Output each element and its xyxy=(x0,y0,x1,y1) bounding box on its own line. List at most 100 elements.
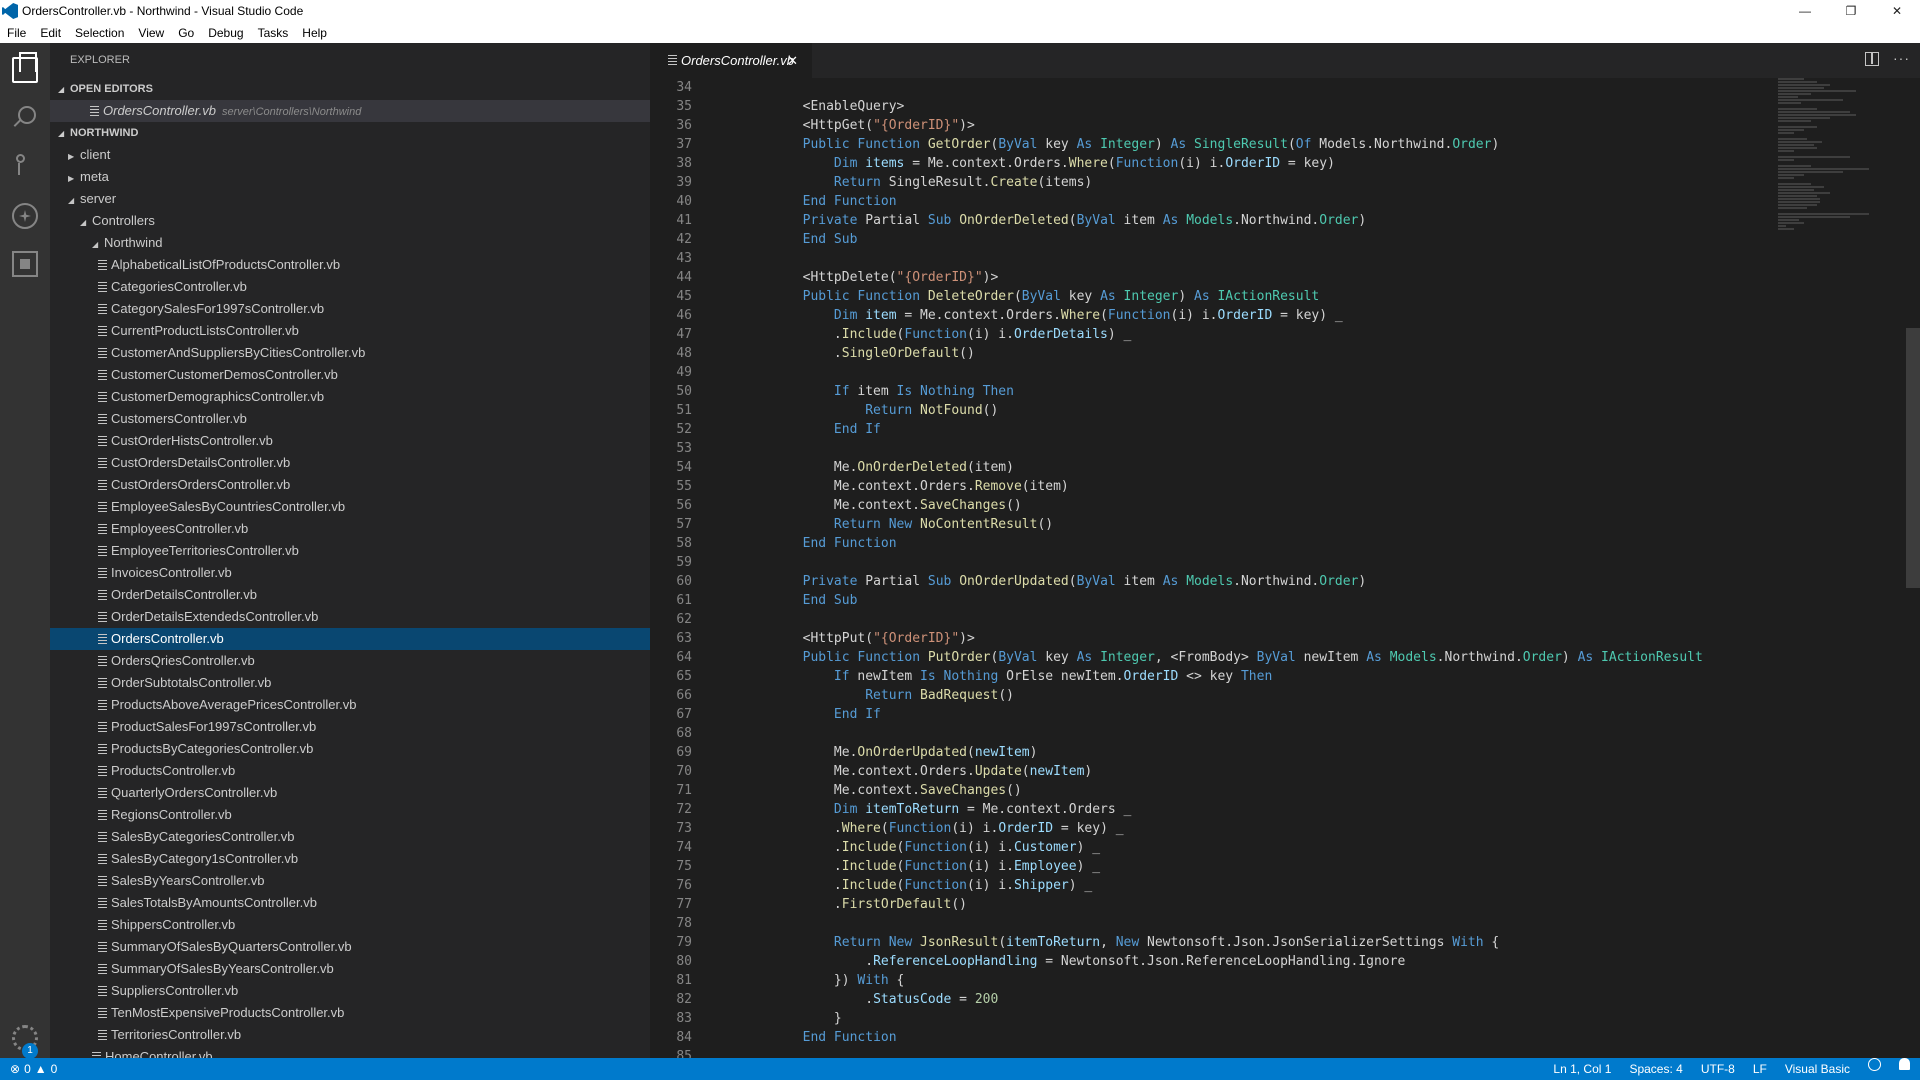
close-window-button[interactable]: ✕ xyxy=(1874,0,1920,22)
file-label: CustomersController.vb xyxy=(111,411,247,426)
cursor-position[interactable]: Ln 1, Col 1 xyxy=(1553,1058,1611,1080)
menu-help[interactable]: Help xyxy=(295,26,334,40)
indentation[interactable]: Spaces: 4 xyxy=(1629,1058,1682,1080)
split-editor-icon[interactable] xyxy=(1865,52,1879,66)
file-item[interactable]: CurrentProductListsController.vb xyxy=(50,320,650,342)
file-item[interactable]: CategorySalesFor1997sController.vb xyxy=(50,298,650,320)
file-item[interactable]: OrdersQriesController.vb xyxy=(50,650,650,672)
code-line: 49 xyxy=(650,363,1900,382)
line-number: 70 xyxy=(676,764,692,779)
line-number: 77 xyxy=(676,897,692,912)
file-item[interactable]: CustOrderHistsController.vb xyxy=(50,430,650,452)
code-area[interactable]: 34 35 <EnableQuery> 36 <HttpGet("{OrderID}… xyxy=(650,78,1900,1058)
search-icon[interactable] xyxy=(12,105,38,131)
minimap-line xyxy=(1778,222,1804,224)
feedback-smiley-icon[interactable] xyxy=(1868,1058,1881,1071)
menu-file[interactable]: File xyxy=(0,26,33,40)
minimap-line xyxy=(1778,96,1798,98)
file-item[interactable]: OrderDetailsController.vb xyxy=(50,584,650,606)
file-item[interactable]: OrderSubtotalsController.vb xyxy=(50,672,650,694)
notifications-bell-icon[interactable] xyxy=(1899,1058,1910,1070)
menu-selection[interactable]: Selection xyxy=(68,26,131,40)
line-number: 39 xyxy=(676,175,692,190)
file-item[interactable]: SummaryOfSalesByYearsController.vb xyxy=(50,958,650,980)
file-item[interactable]: SalesByCategoriesController.vb xyxy=(50,826,650,848)
explorer-icon[interactable] xyxy=(12,52,38,83)
restore-button[interactable]: ❐ xyxy=(1828,0,1874,22)
file-item[interactable]: RegionsController.vb xyxy=(50,804,650,826)
file-item[interactable]: QuarterlyOrdersController.vb xyxy=(50,782,650,804)
file-item[interactable]: TenMostExpensiveProductsController.vb xyxy=(50,1002,650,1024)
folder-server[interactable]: ◢ server xyxy=(50,188,650,210)
code-line: 50 If item Is Nothing Then xyxy=(650,382,1900,401)
menu-tasks[interactable]: Tasks xyxy=(251,26,296,40)
chevron-down-icon: ◢ xyxy=(58,85,65,94)
problems-indicator[interactable]: ⊗ 0 ▲ 0 xyxy=(10,1058,57,1080)
vertical-scrollbar[interactable] xyxy=(1906,328,1920,588)
extensions-icon[interactable] xyxy=(12,251,38,277)
language-mode[interactable]: Visual Basic xyxy=(1785,1058,1850,1080)
file-item[interactable]: CustOrdersDetailsController.vb xyxy=(50,452,650,474)
workspace-header[interactable]: ◢ NORTHWIND xyxy=(50,122,650,144)
file-item[interactable]: CustomerCustomerDemosController.vb xyxy=(50,364,650,386)
folder-controllers[interactable]: ◢ Controllers xyxy=(50,210,650,232)
file-item[interactable]: EmployeeTerritoriesController.vb xyxy=(50,540,650,562)
tab-orders-controller[interactable]: OrdersController.vb ✕ xyxy=(650,43,812,78)
file-item[interactable]: AlphabeticalListOfProductsController.vb xyxy=(50,254,650,276)
minimize-button[interactable]: — xyxy=(1782,0,1828,22)
code-text: .ReferenceLoopHandling = Newtonsoft.Json… xyxy=(740,954,1406,969)
file-item[interactable]: OrderDetailsExtendedsController.vb xyxy=(50,606,650,628)
file-item[interactable]: CustomerAndSuppliersByCitiesController.v… xyxy=(50,342,650,364)
file-item[interactable]: EmployeeSalesByCountriesController.vb xyxy=(50,496,650,518)
menu-go[interactable]: Go xyxy=(171,26,201,40)
file-item[interactable]: ProductsController.vb xyxy=(50,760,650,782)
folder-client[interactable]: ▶ client xyxy=(50,144,650,166)
file-item[interactable]: EmployeesController.vb xyxy=(50,518,650,540)
folder-label: meta xyxy=(80,169,109,184)
file-item[interactable]: OrdersController.vb xyxy=(50,628,650,650)
file-item[interactable]: SuppliersController.vb xyxy=(50,980,650,1002)
menu-debug[interactable]: Debug xyxy=(201,26,250,40)
menu-view[interactable]: View xyxy=(131,26,171,40)
file-item[interactable]: CustOrdersOrdersController.vb xyxy=(50,474,650,496)
line-ending[interactable]: LF xyxy=(1753,1058,1767,1080)
file-item[interactable]: SalesByCategory1sController.vb xyxy=(50,848,650,870)
file-item[interactable]: SalesTotalsByAmountsController.vb xyxy=(50,892,650,914)
open-editor-item[interactable]: OrdersController.vb server\Controllers\No… xyxy=(50,100,650,122)
file-item[interactable]: ProductsAboveAveragePricesController.vb xyxy=(50,694,650,716)
more-actions-icon[interactable]: ··· xyxy=(1893,51,1910,66)
folder-meta[interactable]: ▶ meta xyxy=(50,166,650,188)
file-icon xyxy=(98,304,107,314)
minimap-line xyxy=(1778,186,1824,188)
code-text: Dim itemToReturn = Me.context.Orders _ xyxy=(833,802,1132,817)
debug-icon[interactable] xyxy=(12,203,38,229)
file-label: QuarterlyOrdersController.vb xyxy=(111,785,278,800)
file-item[interactable]: TerritoriesController.vb xyxy=(50,1024,650,1046)
close-icon[interactable]: ✕ xyxy=(787,43,798,78)
code-line: 77 .FirstOrDefault() xyxy=(650,895,1900,914)
sidebar-title: EXPLORER xyxy=(70,54,130,66)
menu-edit[interactable]: Edit xyxy=(33,26,68,40)
file-label: CustomerAndSuppliersByCitiesController.v… xyxy=(111,345,366,360)
title-bar: OrdersController.vb - Northwind - Visual… xyxy=(0,0,1920,22)
open-editors-header[interactable]: ◢ OPEN EDITORS xyxy=(50,78,650,100)
file-item[interactable]: ProductSalesFor1997sController.vb xyxy=(50,716,650,738)
minimap-line xyxy=(1778,132,1794,134)
file-item[interactable]: ShippersController.vb xyxy=(50,914,650,936)
folder-northwind[interactable]: ◢ Northwind xyxy=(50,232,650,254)
file-item[interactable]: CustomersController.vb xyxy=(50,408,650,430)
file-item[interactable]: CategoriesController.vb xyxy=(50,276,650,298)
workspace-label: NORTHWIND xyxy=(70,127,139,139)
source-control-icon[interactable] xyxy=(12,153,38,179)
file-item[interactable]: ProductsByCategoriesController.vb xyxy=(50,738,650,760)
file-item-partial[interactable]: HomeController.vb xyxy=(50,1046,650,1058)
code-line: 69 Me.OnOrderUpdated(newItem) xyxy=(650,743,1900,762)
code-text: End If xyxy=(833,707,881,722)
file-item[interactable]: SummaryOfSalesByQuartersController.vb xyxy=(50,936,650,958)
file-item[interactable]: CustomerDemographicsController.vb xyxy=(50,386,650,408)
encoding[interactable]: UTF-8 xyxy=(1701,1058,1735,1080)
file-item[interactable]: SalesByYearsController.vb xyxy=(50,870,650,892)
minimap[interactable] xyxy=(1778,78,1908,378)
file-item[interactable]: InvoicesController.vb xyxy=(50,562,650,584)
file-label: OrderSubtotalsController.vb xyxy=(111,675,272,690)
